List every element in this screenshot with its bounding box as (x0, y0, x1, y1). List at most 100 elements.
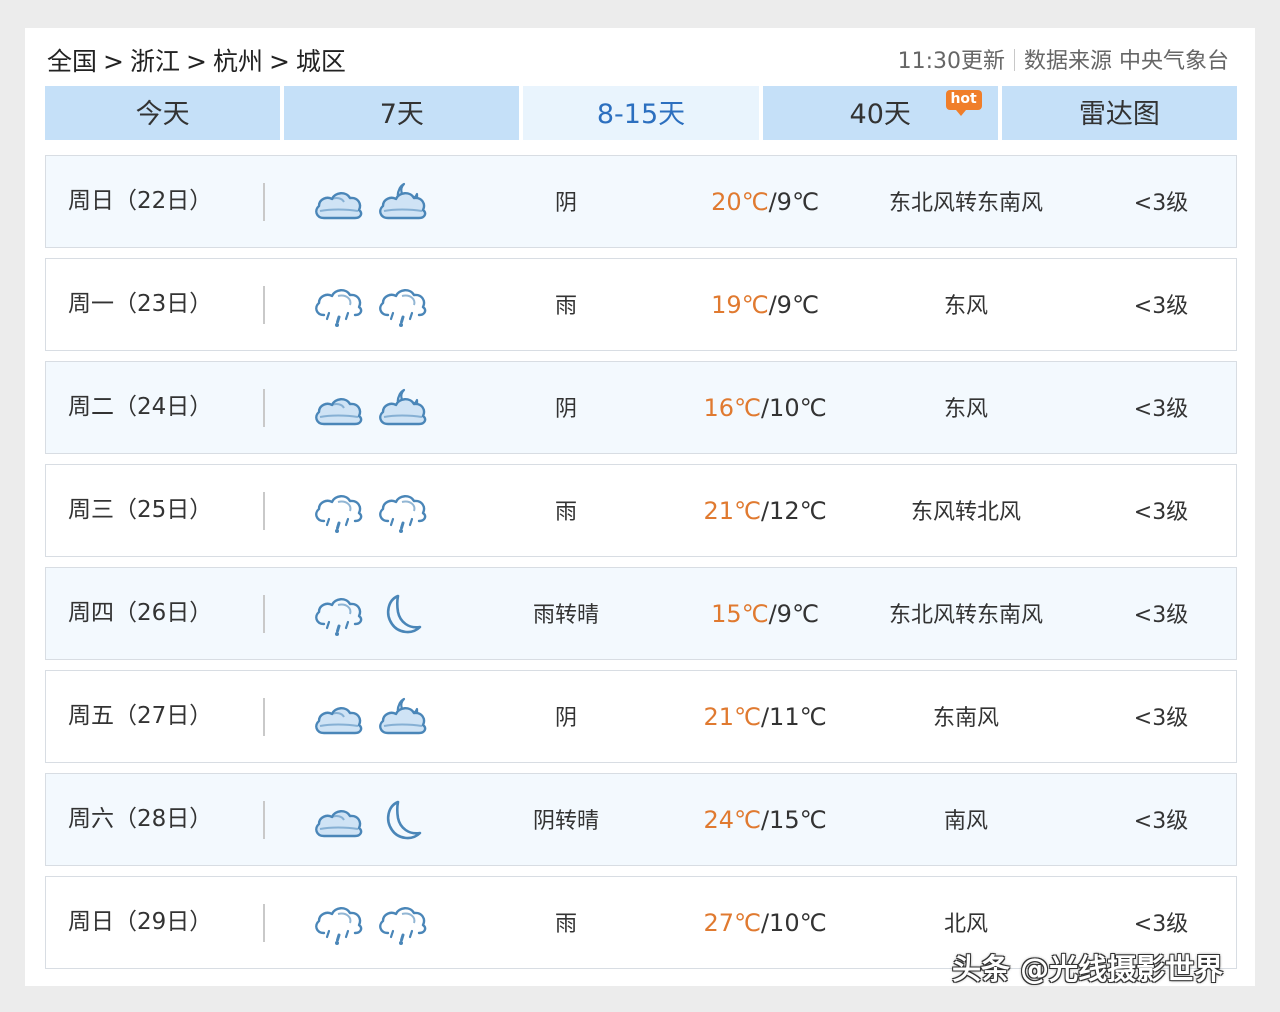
wind-level: <3级 (1133, 706, 1189, 731)
breadcrumb-separator: > (185, 47, 207, 76)
row-divider (263, 595, 265, 633)
high-temp: 15℃ (711, 600, 769, 628)
high-temp: 21℃ (703, 703, 761, 731)
weather-condition: 阴 (554, 706, 577, 731)
temperature-range: 20℃/9℃ (711, 188, 819, 216)
breadcrumb-province[interactable]: 浙江 (130, 47, 180, 76)
moon-icon (376, 592, 428, 638)
wind-direction: 南风 (943, 809, 988, 834)
row-divider (263, 904, 265, 942)
forecast-row: 周一（23日） 雨 19℃/9℃ 东风 <3级 (45, 258, 1237, 351)
moon-icon (376, 798, 428, 844)
weather-condition: 阴 (554, 191, 577, 216)
row-divider (263, 801, 265, 839)
forecast-row: 周五（27日） 阴 21℃/11℃ 东南风 <3级 (45, 670, 1237, 763)
tab-radar[interactable]: 雷达图 (1001, 86, 1238, 140)
high-temp: 21℃ (703, 497, 761, 525)
breadcrumb-separator: > (268, 47, 290, 76)
forecast-row: 周二（24日） 阴 16℃/10℃ 东风 <3级 (45, 361, 1237, 454)
row-divider (263, 183, 265, 221)
temperature-range: 15℃/9℃ (711, 600, 819, 628)
tab-label: 7天 (379, 99, 424, 130)
rain-icon (312, 592, 364, 638)
day-label: 周日（22日） (68, 188, 213, 214)
row-divider (263, 492, 265, 530)
rain-icon (312, 901, 364, 947)
breadcrumb: 全国 > 浙江 > 杭州 > 城区 (47, 44, 346, 80)
breadcrumb-city[interactable]: 杭州 (213, 47, 263, 76)
wind-level: <3级 (1133, 500, 1189, 525)
wind-direction: 东风 (943, 397, 988, 422)
wind-level: <3级 (1133, 603, 1189, 628)
breadcrumb-separator: > (103, 47, 124, 76)
day-label: 周日（29日） (68, 909, 213, 935)
wind-direction: 东南风 (932, 706, 999, 731)
forecast-row: 周四（26日） 雨转晴 15℃/9℃ 东北风转东南风 <3级 (45, 567, 1237, 660)
high-temp: 19℃ (711, 291, 769, 319)
wind-direction: 东风转北风 (910, 500, 1021, 525)
forecast-row: 周日（22日） 阴 20℃/9℃ 东北风转东南风 <3级 (45, 155, 1237, 248)
high-temp: 24℃ (703, 806, 761, 834)
weather-condition: 阴 (554, 397, 577, 422)
watermark: 头条 @光线摄影世界 (952, 952, 1224, 986)
overcast-icon (312, 180, 364, 226)
high-temp: 20℃ (711, 188, 769, 216)
update-info: 11:30更新 数据来源 中央气象台 (898, 44, 1229, 80)
weather-condition: 雨 (554, 912, 577, 937)
rain-icon (312, 489, 364, 535)
tab-today[interactable]: 今天 (45, 86, 281, 140)
low-temp: 10℃ (769, 909, 827, 937)
high-temp: 16℃ (703, 394, 761, 422)
tab-label: 8-15天 (596, 99, 686, 130)
temperature-range: 27℃/10℃ (703, 909, 827, 937)
low-temp: 15℃ (769, 806, 827, 834)
wind-direction: 东北风转东南风 (888, 191, 1043, 216)
tab-7-days[interactable]: 7天 (284, 86, 520, 140)
tab-40-days[interactable]: 40天 hot (762, 86, 998, 140)
cloudy-moon-icon (376, 386, 428, 432)
wind-direction: 东北风转东南风 (888, 603, 1043, 628)
high-temp: 27℃ (703, 909, 761, 937)
breadcrumb-country[interactable]: 全国 (47, 47, 97, 76)
day-label: 周四（26日） (68, 600, 213, 626)
rain-icon (376, 283, 428, 329)
temperature-range: 16℃/10℃ (703, 394, 827, 422)
row-divider (263, 286, 265, 324)
forecast-row: 周三（25日） 雨 21℃/12℃ 东风转北风 <3级 (45, 464, 1237, 557)
day-label: 周三（25日） (68, 497, 213, 523)
rain-icon (312, 283, 364, 329)
tab-label: 雷达图 (1078, 99, 1160, 130)
wind-level: <3级 (1133, 809, 1189, 834)
forecast-row: 周六（28日） 阴转晴 24℃/15℃ 南风 <3级 (45, 773, 1237, 866)
tab-label: 今天 (135, 99, 190, 130)
top-bar: 全国 > 浙江 > 杭州 > 城区 11:30更新 数据来源 中央气象台 (47, 44, 1229, 80)
low-temp: 9℃ (776, 291, 819, 319)
overcast-icon (312, 695, 364, 741)
row-divider (263, 389, 265, 427)
breadcrumb-district: 城区 (295, 47, 346, 76)
hot-badge: hot (945, 90, 982, 116)
wind-level: <3级 (1133, 397, 1189, 422)
rain-icon (376, 901, 428, 947)
cloudy-moon-icon (376, 180, 428, 226)
day-label: 周六（28日） (68, 806, 213, 832)
temperature-range: 19℃/9℃ (711, 291, 819, 319)
day-label: 周二（24日） (68, 394, 213, 420)
low-temp: 9℃ (776, 188, 819, 216)
low-temp: 10℃ (769, 394, 827, 422)
day-label: 周五（27日） (68, 703, 213, 729)
cloudy-moon-icon (376, 695, 428, 741)
temperature-range: 21℃/11℃ (703, 703, 827, 731)
row-divider (263, 698, 265, 736)
wind-level: <3级 (1133, 294, 1189, 319)
data-source: 数据来源 中央气象台 (1024, 49, 1229, 74)
weather-condition: 雨转晴 (532, 603, 599, 628)
weather-condition: 雨 (554, 500, 577, 525)
day-label: 周一（23日） (68, 291, 213, 317)
tab-8-15-days[interactable]: 8-15天 (523, 86, 759, 140)
overcast-icon (312, 798, 364, 844)
tab-label: 40天 (849, 99, 911, 130)
low-temp: 9℃ (776, 600, 819, 628)
wind-direction: 东风 (943, 294, 988, 319)
temperature-range: 24℃/15℃ (703, 806, 827, 834)
